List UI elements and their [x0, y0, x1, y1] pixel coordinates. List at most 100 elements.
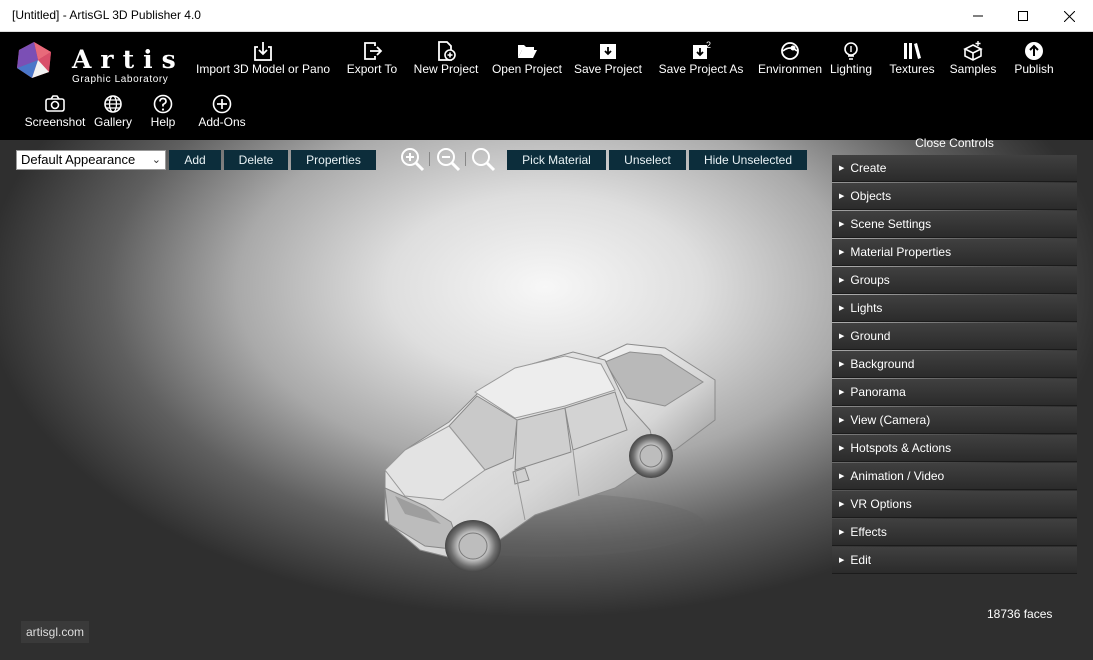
- environment-button[interactable]: Environmen: [757, 40, 823, 76]
- app-area: Artis Graphic Laboratory Import 3D Model…: [0, 32, 1093, 660]
- site-link[interactable]: artisgl.com: [21, 621, 90, 643]
- lighting-button[interactable]: Lighting: [829, 40, 873, 76]
- window-titlebar: [Untitled] - ArtisGL 3D Publisher 4.0: [0, 0, 1093, 32]
- open-project-button[interactable]: Open Project: [491, 40, 563, 76]
- control-section-groups[interactable]: ▶ Groups: [832, 267, 1077, 294]
- logo-gem-icon: [17, 42, 51, 78]
- delete-appearance-button[interactable]: Delete: [224, 150, 288, 170]
- control-section-edit[interactable]: ▶ Edit: [832, 547, 1077, 574]
- import-icon: [254, 42, 272, 61]
- svg-text:2: 2: [706, 40, 711, 50]
- control-section-label: Effects: [850, 525, 887, 539]
- control-section-effects[interactable]: ▶ Effects: [832, 519, 1077, 546]
- control-section-create[interactable]: ▶ Create: [832, 155, 1077, 182]
- new-project-label: New Project: [413, 62, 479, 76]
- export-icon: [364, 42, 383, 60]
- chevron-right-icon: ▶: [839, 165, 845, 172]
- chevron-right-icon: ▶: [839, 445, 845, 452]
- appearance-properties-button[interactable]: Properties: [291, 150, 376, 170]
- control-section-label: Ground: [850, 329, 891, 343]
- save-icon: [600, 44, 616, 59]
- control-section-label: Panorama: [850, 385, 906, 399]
- textures-label: Textures: [889, 62, 935, 76]
- samples-button[interactable]: Samples: [947, 40, 999, 76]
- control-section-label: Background: [850, 357, 915, 371]
- gallery-label: Gallery: [93, 115, 132, 129]
- zoom-fit-icon: [472, 148, 496, 172]
- chevron-down-icon: ⌄: [151, 154, 161, 166]
- chevron-right-icon: ▶: [839, 333, 845, 340]
- control-section-label: View (Camera): [850, 413, 931, 427]
- control-section-vr-options[interactable]: ▶ VR Options: [832, 491, 1077, 518]
- close-icon: [1063, 10, 1075, 22]
- environment-icon: [781, 42, 799, 60]
- zoom-out-button[interactable]: [435, 146, 461, 172]
- lightbulb-icon: [844, 42, 858, 60]
- help-icon: [153, 94, 173, 114]
- control-section-label: Hotspots & Actions: [850, 441, 952, 455]
- unselect-button[interactable]: Unselect: [609, 150, 686, 170]
- control-section-ground[interactable]: ▶ Ground: [832, 323, 1077, 350]
- control-section-hotspots-actions[interactable]: ▶ Hotspots & Actions: [832, 435, 1077, 462]
- screenshot-button[interactable]: Screenshot: [22, 93, 88, 129]
- import-label: Import 3D Model or Pano: [196, 62, 331, 76]
- samples-label: Samples: [949, 62, 997, 76]
- close-controls-button[interactable]: Close Controls: [832, 136, 1077, 150]
- gallery-button[interactable]: Gallery: [92, 93, 134, 129]
- control-section-objects[interactable]: ▶ Objects: [832, 183, 1077, 210]
- maximize-button[interactable]: [1000, 0, 1046, 32]
- controls-panel: ▶ Create ▶ Objects ▶ Scene Settings ▶ Material …: [832, 155, 1077, 575]
- publish-label: Publish: [1014, 62, 1054, 76]
- chevron-right-icon: ▶: [839, 277, 845, 284]
- logo-name: Artis: [72, 45, 185, 74]
- textures-icon: [904, 43, 921, 59]
- truck-3d-model[interactable]: [365, 310, 725, 580]
- control-section-label: Objects: [850, 189, 892, 203]
- save-project-as-button[interactable]: 2 Save Project As: [658, 40, 744, 76]
- zoom-fit-button[interactable]: [470, 146, 496, 172]
- hide-unselected-button[interactable]: Hide Unselected: [689, 150, 807, 170]
- new-project-button[interactable]: New Project: [413, 40, 479, 76]
- control-section-label: Material Properties: [850, 245, 952, 259]
- control-section-material-properties[interactable]: ▶ Material Properties: [832, 239, 1077, 266]
- control-section-view-camera[interactable]: ▶ View (Camera): [832, 407, 1077, 434]
- control-section-label: Scene Settings: [850, 217, 932, 231]
- control-section-background[interactable]: ▶ Background: [832, 351, 1077, 378]
- close-window-button[interactable]: [1046, 0, 1092, 32]
- lighting-label: Lighting: [829, 62, 873, 76]
- chevron-right-icon: ▶: [839, 473, 845, 480]
- camera-icon: [45, 95, 65, 112]
- import-model-button[interactable]: Import 3D Model or Pano: [196, 40, 330, 76]
- control-section-animation-video[interactable]: ▶ Animation / Video: [832, 463, 1077, 490]
- chevron-right-icon: ▶: [839, 389, 845, 396]
- window-title: [Untitled] - ArtisGL 3D Publisher 4.0: [12, 8, 201, 22]
- control-section-label: Create: [850, 161, 887, 175]
- samples-icon: [963, 41, 983, 61]
- help-button[interactable]: Help: [147, 93, 179, 129]
- zoom-separator: [429, 152, 430, 166]
- add-ons-label: Add-Ons: [198, 115, 246, 129]
- maximize-icon: [1018, 11, 1028, 21]
- publish-globe-icon: [1025, 42, 1043, 60]
- textures-button[interactable]: Textures: [886, 40, 938, 76]
- add-appearance-button[interactable]: Add: [169, 150, 221, 170]
- control-section-lights[interactable]: ▶ Lights: [832, 295, 1077, 322]
- export-to-button[interactable]: Export To: [345, 40, 399, 76]
- publish-button[interactable]: Publish: [1012, 40, 1056, 76]
- environment-label: Environmen: [757, 62, 823, 76]
- face-count: 18736 faces: [987, 607, 1053, 621]
- pick-material-button[interactable]: Pick Material: [507, 150, 606, 170]
- control-section-scene-settings[interactable]: ▶ Scene Settings: [832, 211, 1077, 238]
- artis-logo: Artis Graphic Laboratory: [14, 40, 176, 85]
- appearance-select[interactable]: Default Appearance ⌄: [16, 150, 166, 170]
- add-ons-button[interactable]: Add-Ons: [197, 93, 247, 129]
- chevron-right-icon: ▶: [839, 305, 845, 312]
- control-section-panorama[interactable]: ▶ Panorama: [832, 379, 1077, 406]
- zoom-in-button[interactable]: [399, 146, 425, 172]
- control-section-label: Lights: [850, 301, 883, 315]
- help-label: Help: [150, 115, 176, 129]
- save-as-icon: 2: [693, 40, 711, 59]
- minimize-button[interactable]: [955, 0, 1001, 32]
- save-project-button[interactable]: Save Project: [573, 40, 643, 76]
- control-section-label: VR Options: [850, 497, 912, 511]
